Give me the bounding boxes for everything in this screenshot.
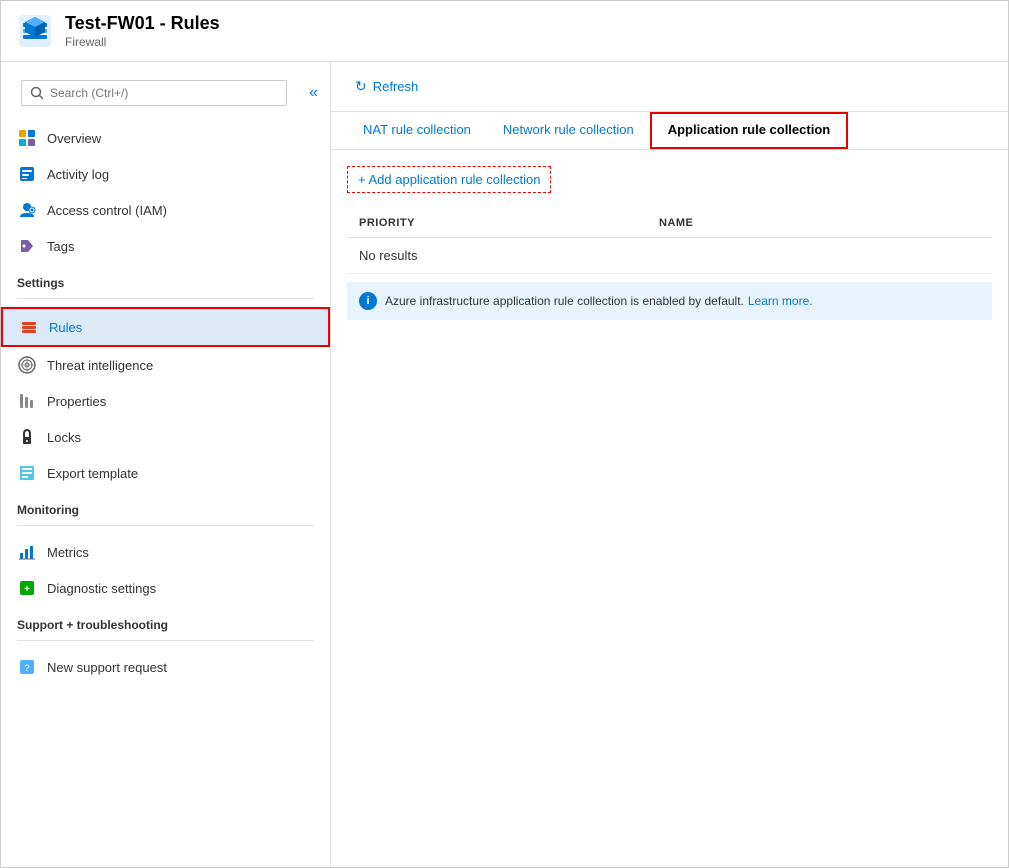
threat-intelligence-icon: [17, 355, 37, 375]
overview-icon: [17, 128, 37, 148]
properties-icon: [17, 391, 37, 411]
toolbar: ↻ Refresh: [331, 62, 1008, 112]
svg-text:?: ?: [24, 663, 29, 673]
search-icon: [30, 86, 44, 100]
refresh-label: Refresh: [373, 79, 419, 94]
nav-rules-label: Rules: [49, 320, 82, 335]
info-text: Azure infrastructure application rule co…: [385, 294, 744, 308]
nav-rules[interactable]: Rules: [1, 307, 330, 347]
nav-metrics[interactable]: Metrics: [1, 534, 330, 570]
search-box[interactable]: [21, 80, 287, 106]
tab-network[interactable]: Network rule collection: [487, 112, 650, 149]
tabs-container: NAT rule collection Network rule collect…: [331, 112, 1008, 150]
search-input[interactable]: [50, 86, 278, 100]
refresh-icon: ↻: [355, 78, 367, 95]
nav-export-template-label: Export template: [47, 466, 138, 481]
content-body: + Add application rule collection PRIORI…: [331, 150, 1008, 336]
header: Test-FW01 - Rules Firewall: [1, 1, 1008, 62]
name-column-header: NAME: [659, 217, 980, 229]
monitoring-divider: [17, 525, 314, 526]
nav-diagnostic-settings-label: Diagnostic settings: [47, 581, 156, 596]
nav-tags[interactable]: Tags: [1, 228, 330, 264]
diagnostic-settings-icon: +: [17, 578, 37, 598]
locks-icon: [17, 427, 37, 447]
nav-properties-label: Properties: [47, 394, 106, 409]
settings-divider: [17, 298, 314, 299]
activity-log-icon: [17, 164, 37, 184]
page-subtitle: Firewall: [65, 35, 220, 49]
sidebar: « Overview: [1, 62, 331, 867]
refresh-button[interactable]: ↻ Refresh: [347, 74, 426, 99]
content-area: ↻ Refresh NAT rule collection Network ru…: [331, 62, 1008, 867]
firewall-icon: [17, 13, 53, 49]
svg-text:+: +: [24, 584, 30, 595]
nav-new-support-request-label: New support request: [47, 660, 167, 675]
metrics-icon: [17, 542, 37, 562]
info-icon: i: [359, 292, 377, 310]
nav-access-control-label: Access control (IAM): [47, 203, 167, 218]
info-bar: i Azure infrastructure application rule …: [347, 282, 992, 320]
new-support-request-icon: ?: [17, 657, 37, 677]
nav-metrics-label: Metrics: [47, 545, 89, 560]
no-results-row: No results: [347, 238, 992, 274]
learn-more-link[interactable]: Learn more.: [748, 294, 813, 308]
nav-overview[interactable]: Overview: [1, 120, 330, 156]
no-results-text: No results: [359, 248, 418, 263]
access-control-icon: [17, 200, 37, 220]
nav-diagnostic-settings[interactable]: + Diagnostic settings: [1, 570, 330, 606]
nav-access-control[interactable]: Access control (IAM): [1, 192, 330, 228]
nav-activity-log-label: Activity log: [47, 167, 109, 182]
header-text: Test-FW01 - Rules Firewall: [65, 13, 220, 49]
nav-activity-log[interactable]: Activity log: [1, 156, 330, 192]
rules-table: PRIORITY NAME No results: [347, 209, 992, 274]
nav-locks-label: Locks: [47, 430, 81, 445]
tab-application[interactable]: Application rule collection: [650, 112, 849, 149]
app-container: Test-FW01 - Rules Firewall «: [0, 0, 1009, 868]
tags-icon: [17, 236, 37, 256]
monitoring-section-label: Monitoring: [1, 491, 330, 521]
nav-export-template[interactable]: Export template: [1, 455, 330, 491]
collapse-sidebar-button[interactable]: «: [305, 82, 322, 104]
page-title: Test-FW01 - Rules: [65, 13, 220, 35]
main-layout: « Overview: [1, 62, 1008, 867]
tab-nat[interactable]: NAT rule collection: [347, 112, 487, 149]
add-collection-label: + Add application rule collection: [358, 172, 540, 187]
nav-locks[interactable]: Locks: [1, 419, 330, 455]
add-collection-button[interactable]: + Add application rule collection: [347, 166, 551, 193]
export-template-icon: [17, 463, 37, 483]
nav-overview-label: Overview: [47, 131, 101, 146]
settings-section-label: Settings: [1, 264, 330, 294]
nav-new-support-request[interactable]: ? New support request: [1, 649, 330, 685]
nav-tags-label: Tags: [47, 239, 74, 254]
rules-icon: [19, 317, 39, 337]
support-section-label: Support + troubleshooting: [1, 606, 330, 636]
table-header: PRIORITY NAME: [347, 209, 992, 238]
support-divider: [17, 640, 314, 641]
nav-properties[interactable]: Properties: [1, 383, 330, 419]
nav-threat-intelligence[interactable]: Threat intelligence: [1, 347, 330, 383]
priority-column-header: PRIORITY: [359, 217, 659, 229]
nav-threat-intelligence-label: Threat intelligence: [47, 358, 153, 373]
